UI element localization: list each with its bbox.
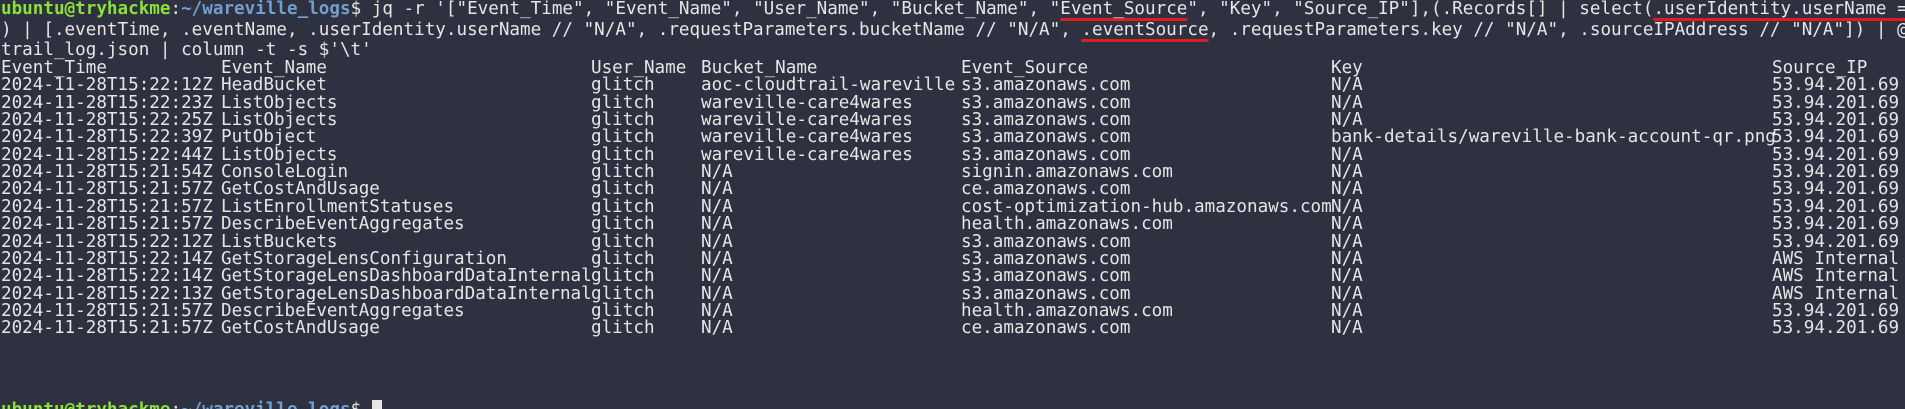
prompt-path: ~/wareville_logs: [181, 400, 350, 409]
command-text: , .requestParameters.key // "N/A", .sour…: [1208, 20, 1905, 40]
terminal-window[interactable]: ubuntu@tryhackme:~/wareville_logs$ jq -r…: [0, 0, 1905, 409]
prompt-user: ubuntu@tryhackme: [1, 400, 170, 409]
command-text: trail_log.json | column -t -s $'\t': [1, 40, 372, 60]
bucket-name-cell: N/A: [701, 318, 733, 339]
command-text: ) | [.eventTime, .eventName, .userIdenti…: [1, 20, 1082, 40]
command-highlight-username-filter: .userIdentity.userName == "glitch": [1653, 0, 1905, 19]
command-highlight-event-source: Event_Source: [1060, 0, 1188, 19]
event-name-cell: GetCostAndUsage: [221, 318, 380, 339]
user-name-cell: glitch: [591, 318, 655, 339]
prompt-user: ubuntu@tryhackme: [1, 0, 171, 19]
prompt-separator: :: [170, 400, 181, 409]
table-row: 2024-11-28T15:21:57Z GetCostAndUsage glitc…: [1, 318, 1901, 339]
event-source-cell: ce.amazonaws.com: [961, 318, 1131, 339]
key-cell: N/A: [1331, 318, 1363, 339]
command-text: jq -r '["Event_Time", "Event_Name", "Use…: [371, 0, 1061, 19]
source-ip-cell: 53.94.201.69: [1772, 318, 1900, 339]
prompt-symbol: $: [350, 0, 372, 19]
command-line-1: ubuntu@tryhackme:~/wareville_logs$ jq -r…: [1, 0, 1905, 20]
text-cursor: [371, 400, 382, 409]
prompt-path: ~/wareville_logs: [181, 0, 351, 19]
command-line-2: ) | [.eventTime, .eventName, .userIdenti…: [1, 20, 1905, 41]
prompt-separator: :: [170, 0, 182, 19]
command-highlight-eventsource-field: .eventSource: [1081, 20, 1209, 40]
prompt-symbol: $: [351, 400, 372, 409]
next-prompt-line[interactable]: ubuntu@tryhackme:~/wareville_logs$: [1, 400, 382, 409]
command-text: ", "Key", "Source_IP"],(.Records[] | sel…: [1187, 0, 1654, 19]
event-time-cell: 2024-11-28T15:21:57Z: [1, 318, 213, 339]
